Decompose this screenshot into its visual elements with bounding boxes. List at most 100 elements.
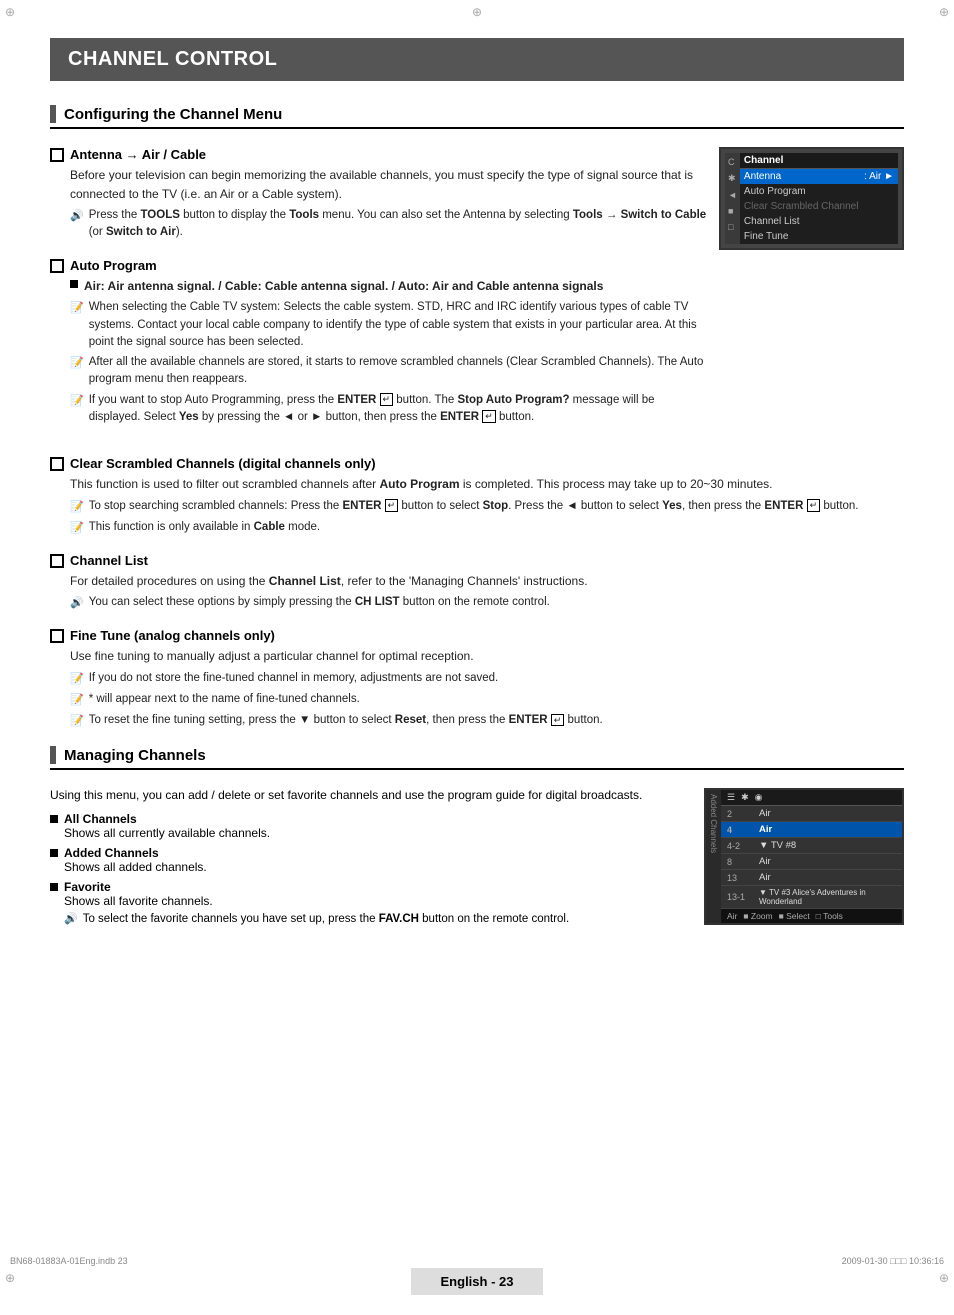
tv2-name-3: ▼ TV #8 bbox=[759, 840, 896, 851]
clear-scrambled-note2: 📝 This function is only available in Cab… bbox=[70, 519, 904, 537]
managing-channels-intro: Using this menu, you can add / delete or… bbox=[50, 788, 692, 802]
tv2-icon3: ◉ bbox=[755, 792, 763, 803]
tv2-footer-select: ■ Select bbox=[779, 911, 810, 921]
channel-list-title-text: Channel List bbox=[70, 553, 148, 568]
tv-fine-tune-label: Fine Tune bbox=[744, 231, 788, 242]
tv-icon4: ■ bbox=[728, 206, 737, 216]
section2-heading-bar bbox=[50, 746, 56, 764]
tv-channel-list-mockup: Added Channels ☰ ✱ ◉ 2 Air 4 Air bbox=[704, 788, 904, 925]
fine-tune-note1: 📝 If you do not store the fine-tuned cha… bbox=[70, 670, 904, 688]
antenna-title-text: Antenna → Air / Cable bbox=[70, 147, 206, 162]
tv-menu-fine-tune: Fine Tune bbox=[740, 229, 898, 244]
tv-auto-program-label: Auto Program bbox=[744, 186, 806, 197]
all-channels-content: All Channels Shows all currently availab… bbox=[64, 812, 270, 840]
note-icon3: 📝 bbox=[70, 393, 84, 410]
section2-heading-text: Managing Channels bbox=[64, 747, 206, 764]
tv2-row-4: 8 Air bbox=[721, 854, 902, 870]
tv2-sidebar: Added Channels ☰ ✱ ◉ 2 Air 4 Air bbox=[706, 790, 902, 923]
chapter-title: CHANNEL CONTROL bbox=[50, 38, 904, 81]
tv-menu-clear-scrambled: Clear Scrambled Channel bbox=[740, 199, 898, 214]
tv2-content: ☰ ✱ ◉ 2 Air 4 Air 4-2 ▼ TV #8 bbox=[721, 790, 902, 923]
tv2-row-2: 4 Air bbox=[721, 822, 902, 838]
tv2-ch-6: 13-1 bbox=[727, 892, 755, 902]
auto-program-note3-text: If you want to stop Auto Programming, pr… bbox=[89, 392, 707, 427]
page-footer-meta: BN68-01883A-01Eng.indb 23 2009-01-30 □□□… bbox=[0, 1256, 954, 1266]
all-channels-bullet bbox=[50, 815, 58, 823]
note-icon1: 📝 bbox=[70, 300, 84, 317]
section1-heading: Configuring the Channel Menu bbox=[50, 105, 904, 129]
tv2-ch-4: 8 bbox=[727, 857, 755, 867]
tv-clear-scrambled-label: Clear Scrambled Channel bbox=[744, 201, 859, 212]
tv2-ch-1: 2 bbox=[727, 809, 755, 819]
all-channels-title: All Channels bbox=[64, 812, 270, 826]
clear-scrambled-body-text: This function is used to filter out scra… bbox=[70, 475, 904, 494]
added-channels-item: Added Channels Shows all added channels. bbox=[50, 846, 692, 874]
antenna-subsection: Antenna → Air / Cable Before your televi… bbox=[50, 147, 707, 242]
clear-scrambled-checkbox bbox=[50, 457, 64, 471]
channel-list-body: For detailed procedures on using the Cha… bbox=[70, 572, 904, 613]
tv-antenna-value: : Air ► bbox=[864, 171, 894, 182]
auto-program-note3: 📝 If you want to stop Auto Programming, … bbox=[70, 392, 707, 427]
tv-menu-channel-list: Channel List bbox=[740, 214, 898, 229]
speaker-icon3: 🔊 bbox=[64, 912, 78, 925]
antenna-text-area: Antenna → Air / Cable Before your televi… bbox=[50, 147, 707, 442]
page: ⊕ ⊕ ⊕ ⊕ ⊕ ⊕ CHANNEL CONTROL Configuring … bbox=[0, 0, 954, 1315]
tv-menu-mockup: C ✱ ◄ ■ □ Channel Antenna : Air ► Auto bbox=[719, 147, 904, 250]
favorite-bullet bbox=[50, 883, 58, 891]
tv-menu-header: Channel bbox=[740, 153, 898, 169]
note-icon2: 📝 bbox=[70, 355, 84, 372]
tv-icon2: ✱ bbox=[728, 173, 737, 184]
auto-program-body: Air: Air antenna signal. / Cable: Cable … bbox=[70, 277, 707, 426]
tv-channel-list-label: Channel List bbox=[744, 216, 800, 227]
channel-list-checkbox bbox=[50, 554, 64, 568]
auto-program-subsection: Auto Program Air: Air antenna signal. / … bbox=[50, 258, 707, 426]
tv2-ch-2: 4 bbox=[727, 825, 755, 835]
clear-scrambled-title-text: Clear Scrambled Channels (digital channe… bbox=[70, 456, 376, 471]
all-channels-body: Shows all currently available channels. bbox=[64, 826, 270, 840]
tv2-left-bar: Added Channels bbox=[706, 790, 721, 923]
added-channels-bullet bbox=[50, 849, 58, 857]
channel-list-title: Channel List bbox=[50, 553, 904, 568]
fine-tune-note2: 📝 * will appear next to the name of fine… bbox=[70, 691, 904, 709]
clear-scrambled-subsection: Clear Scrambled Channels (digital channe… bbox=[50, 456, 904, 537]
corner-tl-mark: ⊕ bbox=[5, 5, 15, 19]
footer-right-meta: 2009-01-30 □□□ 10:36:16 bbox=[842, 1256, 944, 1266]
auto-program-checkbox bbox=[50, 259, 64, 273]
tv2-icon1: ☰ bbox=[727, 792, 735, 803]
tv2-footer-air: Air bbox=[727, 911, 737, 921]
tv2-name-5: Air bbox=[759, 872, 896, 883]
auto-program-note1: 📝 When selecting the Cable TV system: Se… bbox=[70, 299, 707, 351]
favorite-item: Favorite Shows all favorite channels. 🔊 … bbox=[50, 880, 692, 931]
tv2-footer-zoom: ■ Zoom bbox=[743, 911, 772, 921]
clear-scrambled-body: This function is used to filter out scra… bbox=[70, 475, 904, 537]
auto-program-title-text: Auto Program bbox=[70, 258, 157, 273]
tv2-icon2: ✱ bbox=[741, 792, 749, 803]
added-channels-body: Shows all added channels. bbox=[64, 860, 207, 874]
added-channels-content: Added Channels Shows all added channels. bbox=[64, 846, 207, 874]
tv-header-left: Channel bbox=[744, 155, 783, 166]
fine-tune-title: Fine Tune (analog channels only) bbox=[50, 628, 904, 643]
added-channels-title: Added Channels bbox=[64, 846, 207, 860]
fine-tune-note2-text: * will appear next to the name of fine-t… bbox=[89, 691, 360, 708]
tv2-footer: Air ■ Zoom ■ Select □ Tools bbox=[721, 909, 902, 923]
tv-sidebar: C ✱ ◄ ■ □ Channel Antenna : Air ► Auto bbox=[725, 153, 898, 244]
tv2-footer-tools: □ Tools bbox=[816, 911, 843, 921]
page-number-label: English - 23 bbox=[441, 1274, 514, 1289]
fine-tune-note3-text: To reset the fine tuning setting, press … bbox=[89, 712, 603, 729]
favorite-note1: 🔊 To select the favorite channels you ha… bbox=[64, 911, 569, 928]
fine-tune-subsection: Fine Tune (analog channels only) Use fin… bbox=[50, 628, 904, 730]
all-channels-item: All Channels Shows all currently availab… bbox=[50, 812, 692, 840]
page-number-box: English - 23 bbox=[411, 1268, 544, 1295]
favorite-note1-text: To select the favorite channels you have… bbox=[83, 911, 569, 928]
antenna-note1: 🔊 Press the TOOLS button to display the … bbox=[70, 207, 707, 242]
corner-tr-mark: ⊕ bbox=[939, 5, 949, 19]
tv2-header: ☰ ✱ ◉ bbox=[721, 790, 902, 806]
fine-tune-body-text: Use fine tuning to manually adjust a par… bbox=[70, 647, 904, 666]
tv-icon3: ◄ bbox=[728, 190, 737, 200]
channel-list-body-text: For detailed procedures on using the Cha… bbox=[70, 572, 904, 591]
section1-heading-text: Configuring the Channel Menu bbox=[64, 106, 282, 123]
fine-tune-note1-text: If you do not store the fine-tuned chann… bbox=[89, 670, 499, 687]
tv-main-menu: Channel Antenna : Air ► Auto Program Cle… bbox=[740, 153, 898, 244]
channel-list-note1: 🔊 You can select these options by simply… bbox=[70, 594, 904, 612]
managing-channels-section: Using this menu, you can add / delete or… bbox=[50, 788, 904, 935]
